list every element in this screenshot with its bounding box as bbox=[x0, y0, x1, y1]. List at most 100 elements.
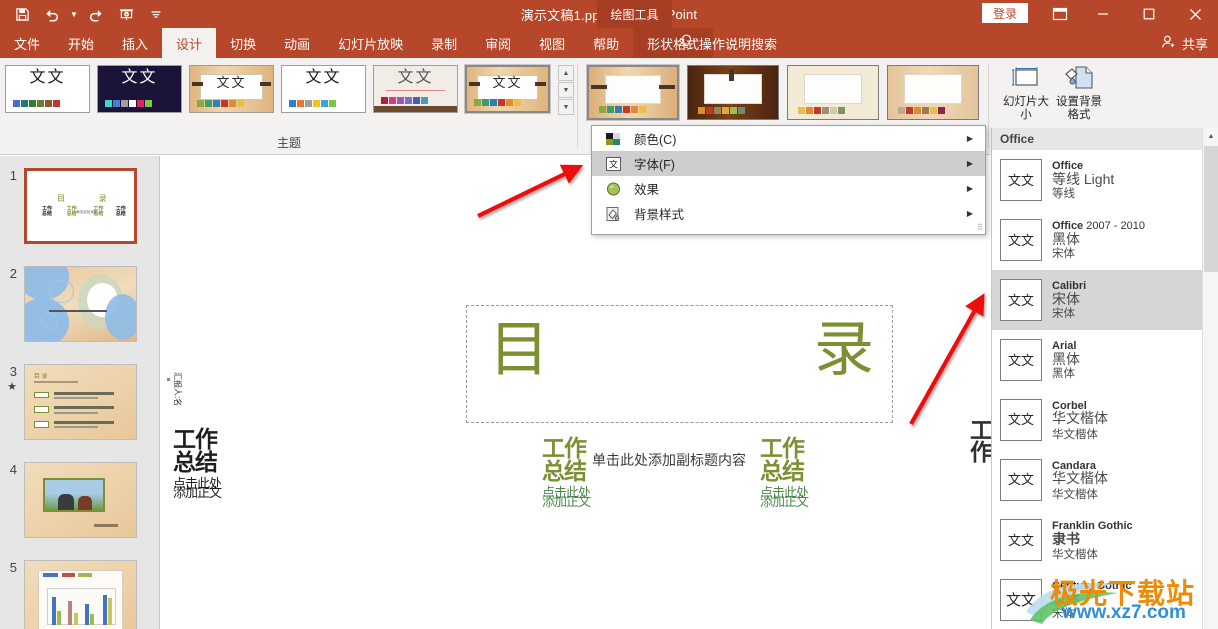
deco-sub-2: 添加正文 bbox=[542, 493, 591, 509]
tab-insert[interactable]: 插入 bbox=[108, 28, 162, 58]
menu-item-fonts[interactable]: 文 字体(F) ▶ bbox=[592, 151, 985, 176]
themes-scroll-down-icon[interactable]: ▼ bbox=[558, 82, 574, 98]
slide-thumbnail-panel[interactable]: 1 目 录 工作 总结 工作 总结 工作 总结 工作 总结 单击此处添加 2 3… bbox=[0, 156, 160, 629]
title-placeholder[interactable]: 目 录 bbox=[466, 305, 893, 423]
tab-design[interactable]: 设计 bbox=[162, 28, 217, 58]
variant-bar-top bbox=[729, 69, 735, 81]
tab-home[interactable]: 开始 bbox=[54, 28, 108, 58]
share-person-icon bbox=[1161, 34, 1177, 52]
scroll-up-arrow-icon[interactable]: ▲ bbox=[1203, 128, 1218, 144]
deco-mid-green: 工作 总结 点击此处 添加正文 bbox=[542, 435, 591, 509]
swatch-text: 文文 bbox=[1007, 532, 1034, 548]
deco-line-1: 工作 bbox=[173, 426, 218, 452]
variant-card bbox=[604, 75, 662, 104]
font-theme-minor: 等线 bbox=[1052, 187, 1075, 200]
font-theme-candara[interactable]: 文文 Candara 华文楷体 华文楷体 bbox=[992, 450, 1203, 510]
theme-wood-type[interactable]: 文文 bbox=[189, 65, 274, 113]
svg-text:文: 文 bbox=[608, 158, 617, 170]
theme-office[interactable]: 文文 bbox=[5, 65, 90, 113]
tab-record[interactable]: 录制 bbox=[417, 28, 471, 58]
theme-wisp[interactable]: 文文 bbox=[373, 65, 458, 113]
variant-swatches bbox=[698, 107, 745, 114]
slide-thumbnail-1[interactable]: 目 录 工作 总结 工作 总结 工作 总结 工作 总结 单击此处添加 bbox=[24, 168, 137, 244]
tell-me-search[interactable]: 操作说明搜索 bbox=[680, 28, 777, 58]
swatch-text: 文文 bbox=[1007, 352, 1034, 368]
font-theme-text: Corbel 华文楷体 华文楷体 bbox=[1052, 400, 1108, 441]
ribbon-display-options-icon[interactable] bbox=[1040, 0, 1080, 28]
tab-transitions[interactable]: 切换 bbox=[216, 28, 270, 58]
menu-item-label: 颜色(C) bbox=[634, 133, 677, 147]
minimize-button[interactable] bbox=[1080, 0, 1126, 28]
slide-thumbnail-5[interactable] bbox=[24, 560, 137, 629]
submenu-arrow-icon: ▶ bbox=[966, 184, 973, 193]
tab-review[interactable]: 审阅 bbox=[471, 28, 525, 58]
deco-line-1: 工作 bbox=[542, 435, 587, 461]
slide-number: 2 bbox=[9, 266, 17, 281]
variant-cream[interactable] bbox=[787, 65, 879, 120]
font-theme-office[interactable]: 文文 Office 等线 Light 等线 bbox=[992, 150, 1203, 210]
tab-slideshow[interactable]: 幻灯片放映 bbox=[324, 28, 417, 58]
theme-swatches bbox=[381, 97, 428, 104]
theme-berlin[interactable]: 文文 bbox=[97, 65, 182, 113]
deco-line-1: 工作 bbox=[760, 435, 805, 461]
variant-tan[interactable] bbox=[887, 65, 979, 120]
tab-help[interactable]: 帮助 bbox=[579, 28, 633, 58]
font-preview-swatch: 文文 bbox=[1000, 519, 1042, 561]
font-panel-scrollbar[interactable]: ▲ bbox=[1202, 128, 1218, 629]
font-theme-corbel[interactable]: 文文 Corbel 华文楷体 华文楷体 bbox=[992, 390, 1203, 450]
close-button[interactable] bbox=[1172, 0, 1218, 28]
theme-swatches bbox=[474, 99, 521, 106]
font-theme-minor: 黑体 bbox=[1052, 367, 1075, 380]
maximize-button[interactable] bbox=[1126, 0, 1172, 28]
slide-size-icon bbox=[1009, 63, 1043, 93]
font-theme-major: 隶书 bbox=[1052, 530, 1080, 547]
swatch-text: 文文 bbox=[1007, 232, 1034, 248]
theme-variants-dropdown-menu[interactable]: 颜色(C) ▶ 文 字体(F) ▶ 效果 ▶ 背景样式 ▶ ⠿ bbox=[591, 125, 986, 235]
menu-item-background-styles[interactable]: 背景样式 ▶ bbox=[592, 201, 985, 226]
theme-preview-text: 文文 bbox=[121, 69, 158, 86]
themes-group-label: 主题 bbox=[276, 136, 301, 150]
slide-size-button[interactable]: 幻灯片大小 bbox=[1001, 63, 1051, 131]
slide-number: 1 bbox=[9, 168, 17, 183]
menu-item-label: 效果 bbox=[634, 183, 660, 197]
variant-bar-left bbox=[591, 85, 607, 90]
slide-thumbnail-2[interactable] bbox=[24, 266, 137, 342]
menu-item-colors[interactable]: 颜色(C) ▶ bbox=[592, 126, 985, 151]
theme-fonts-gallery-panel[interactable]: Office 文文 Office 等线 Light 等线 文文 Office 2… bbox=[991, 128, 1218, 629]
font-theme-office-2007-2010[interactable]: 文文 Office 2007 - 2010 黑体 宋体 bbox=[992, 210, 1203, 270]
font-theme-major: 等线 Light bbox=[1052, 170, 1115, 187]
scrollbar-thumb[interactable] bbox=[1204, 146, 1218, 272]
menu-item-label: 背景样式 bbox=[634, 208, 685, 222]
theme-facet[interactable]: 文文 bbox=[281, 65, 366, 113]
tab-view[interactable]: 视图 bbox=[525, 28, 579, 58]
font-theme-franklin-gothic[interactable]: 文文 Franklin Gothic 隶书 华文楷体 bbox=[992, 510, 1203, 570]
site-watermark: 极光下载站 www.xz7.com bbox=[1022, 572, 1218, 628]
fonts-icon: 文 bbox=[602, 155, 624, 173]
slide-bullet-dot bbox=[167, 378, 170, 381]
title-bar: ▼ 演示文稿1.pptx - PowerPoint 绘图工具 登录 bbox=[0, 0, 1218, 28]
tab-file[interactable]: 文件 bbox=[0, 28, 54, 58]
share-button[interactable]: 共享 bbox=[1161, 28, 1208, 58]
slide-thumbnail-4[interactable] bbox=[24, 462, 137, 538]
font-theme-calibri[interactable]: 文文 Calibri 宋体 宋体 bbox=[992, 270, 1203, 330]
variant-light-wood[interactable] bbox=[586, 64, 680, 121]
themes-more-icon[interactable]: ▼ bbox=[558, 99, 574, 115]
sign-in-button[interactable]: 登录 bbox=[981, 3, 1028, 23]
themes-scroll-up-icon[interactable]: ▲ bbox=[558, 65, 574, 81]
group-separator bbox=[577, 64, 578, 148]
variants-gallery bbox=[586, 64, 979, 121]
format-background-button[interactable]: 设置背景格式 bbox=[1054, 63, 1104, 131]
subtitle-placeholder[interactable]: 单击此处添加副标题内容 bbox=[592, 450, 746, 470]
font-theme-minor: 华文楷体 bbox=[1052, 486, 1098, 501]
variant-dark-wood[interactable] bbox=[687, 65, 779, 120]
deco-line-2: 总结 bbox=[542, 458, 587, 485]
menu-resize-grip-icon[interactable]: ⠿ bbox=[977, 223, 983, 232]
slide-thumbnail-3[interactable]: 目 录 bbox=[24, 364, 137, 440]
font-preview-swatch: 文文 bbox=[1000, 399, 1042, 441]
theme-wood-type-selected[interactable]: 文文 bbox=[464, 64, 551, 114]
font-theme-arial[interactable]: 文文 Arial 黑体 黑体 bbox=[992, 330, 1203, 390]
theme-preview-text: 文文 bbox=[216, 75, 247, 90]
tab-animations[interactable]: 动画 bbox=[270, 28, 324, 58]
menu-item-effects[interactable]: 效果 ▶ bbox=[592, 176, 985, 201]
ribbon-tabs: 文件 开始 插入 设计 切换 动画 幻灯片放映 录制 审阅 视图 帮助 形状格式 bbox=[0, 28, 714, 58]
